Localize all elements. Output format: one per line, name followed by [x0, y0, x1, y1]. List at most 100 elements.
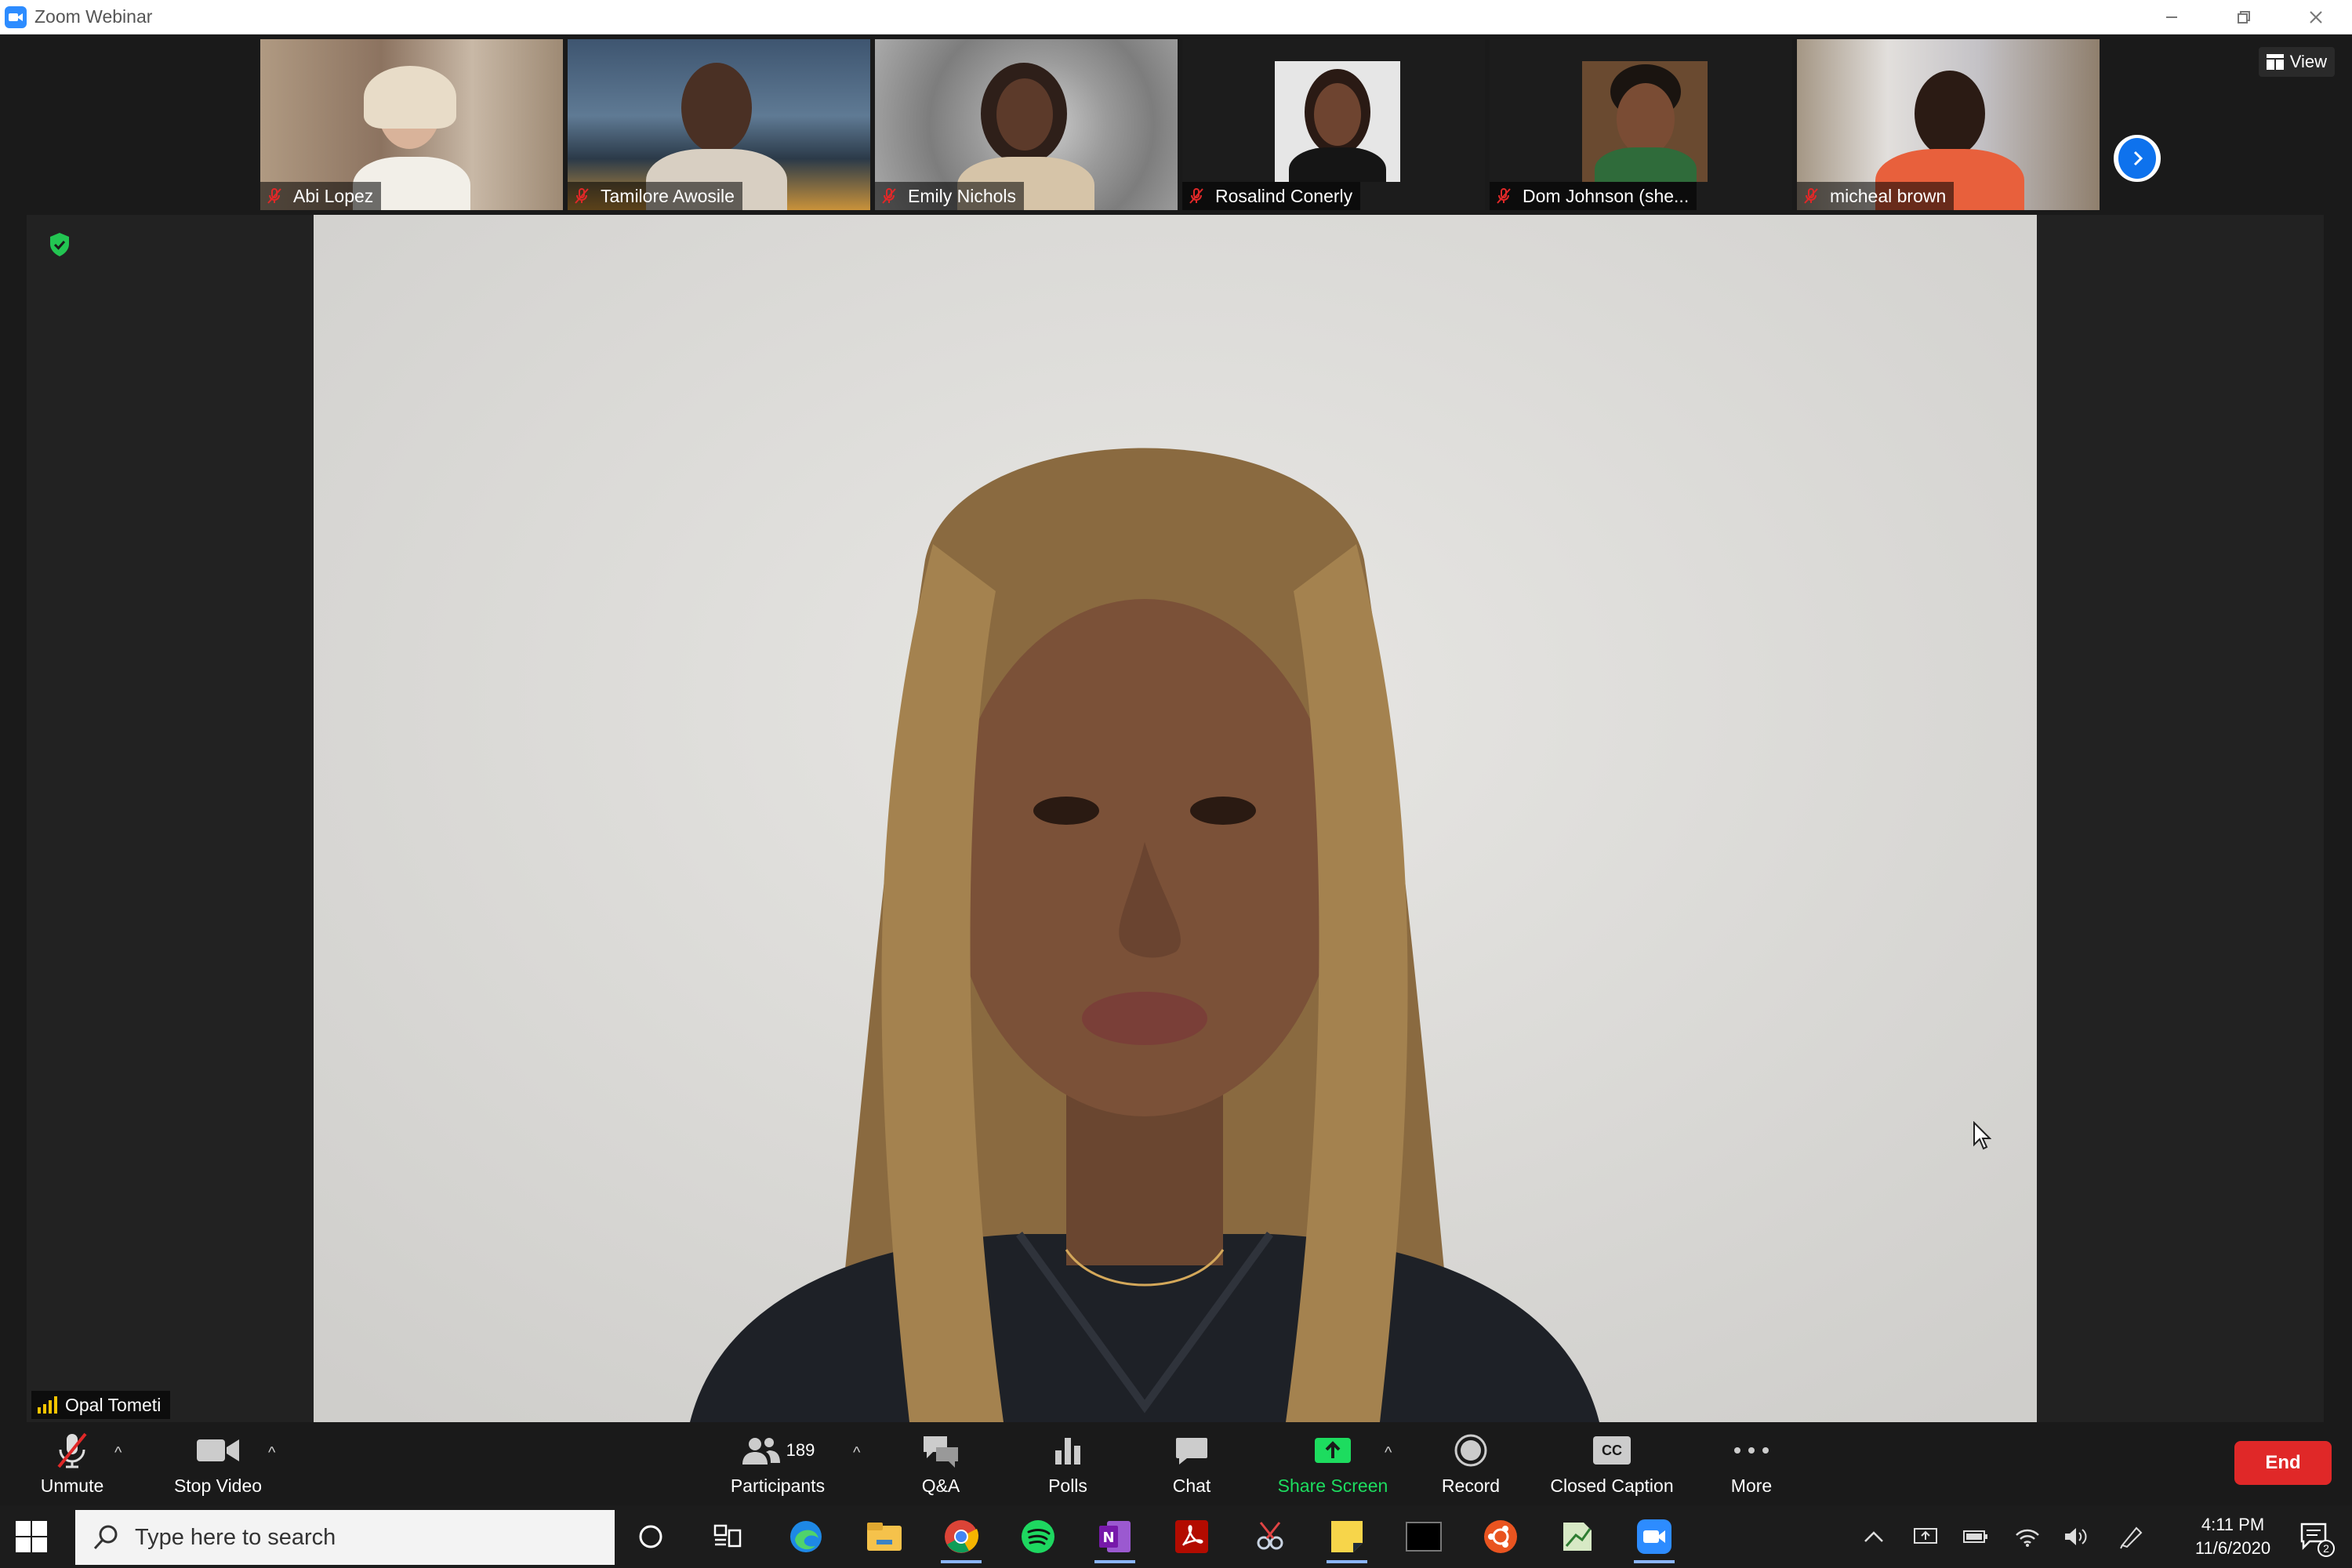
- mic-off-icon: [1804, 188, 1818, 204]
- chat-button[interactable]: Chat: [1160, 1430, 1223, 1502]
- record-button[interactable]: Record: [1439, 1430, 1502, 1502]
- windows-taskbar: Type here to search N 4:11 PM 11/6/2020 …: [0, 1505, 2352, 1568]
- cortana-icon[interactable]: [627, 1513, 674, 1560]
- zoom-app-icon: [5, 5, 27, 28]
- participants-options-caret[interactable]: ^: [853, 1444, 860, 1462]
- next-page-button[interactable]: [2114, 135, 2161, 182]
- view-button[interactable]: View: [2258, 47, 2335, 77]
- speaker-name: Opal Tometi: [65, 1394, 162, 1415]
- participant-name: Abi Lopez: [293, 185, 374, 206]
- windows-start-icon[interactable]: [14, 1519, 49, 1554]
- participant-tile[interactable]: micheal brown: [1797, 39, 2100, 210]
- onenote-icon[interactable]: N: [1091, 1513, 1138, 1563]
- participant-tile[interactable]: Emily Nichols: [875, 39, 1178, 210]
- record-icon: [1454, 1434, 1487, 1467]
- video-camera-icon: [197, 1439, 239, 1461]
- taskbar-search-box[interactable]: Type here to search: [75, 1510, 615, 1565]
- show-hidden-icons-chevron-up-icon[interactable]: [1858, 1505, 1889, 1568]
- svg-text:N: N: [1102, 1530, 1114, 1546]
- audio-options-caret[interactable]: ^: [114, 1444, 122, 1462]
- search-icon: [93, 1525, 118, 1550]
- participant-count: 189: [786, 1440, 815, 1460]
- view-label: View: [2289, 52, 2327, 71]
- stop-video-label: Stop Video: [173, 1475, 263, 1496]
- participants-button[interactable]: 189 Participants: [726, 1430, 829, 1502]
- snipping-tool-icon[interactable]: [1247, 1513, 1294, 1560]
- chat-icon: [1176, 1438, 1207, 1465]
- participant-tile[interactable]: Rosalind Conerly: [1182, 39, 1485, 210]
- clock-date: 11/6/2020: [2194, 1538, 2271, 1558]
- gallery-view-icon: [2266, 54, 2284, 70]
- closed-caption-icon: CC: [1593, 1436, 1631, 1465]
- task-view-icon[interactable]: [704, 1513, 751, 1560]
- profile-photo: [1582, 61, 1708, 182]
- search-placeholder: Type here to search: [135, 1524, 336, 1550]
- participant-name: Rosalind Conerly: [1215, 185, 1353, 206]
- participant-strip: Abi Lopez Tamilore Awosile Emily Nichols…: [260, 39, 2100, 210]
- participant-tile[interactable]: Tamilore Awosile: [568, 39, 870, 210]
- participants-icon: [742, 1438, 780, 1465]
- stop-video-button[interactable]: Stop Video: [171, 1430, 265, 1502]
- title-bar: Zoom Webinar: [0, 0, 2352, 34]
- minimize-button[interactable]: [2136, 0, 2208, 34]
- mic-off-icon: [882, 188, 896, 204]
- participants-label: Participants: [730, 1475, 826, 1496]
- unmute-label: Unmute: [40, 1475, 104, 1496]
- more-button[interactable]: More: [1720, 1430, 1783, 1502]
- chevron-right-icon: [2133, 151, 2143, 166]
- record-label: Record: [1441, 1475, 1501, 1496]
- share-screen-button[interactable]: Share Screen: [1270, 1430, 1396, 1502]
- qa-label: Q&A: [921, 1475, 960, 1496]
- ubuntu-icon[interactable]: [1477, 1513, 1524, 1560]
- closed-caption-button[interactable]: CC Closed Caption: [1544, 1430, 1679, 1502]
- mouse-cursor-icon: [1973, 1121, 1991, 1150]
- acrobat-icon[interactable]: [1168, 1513, 1215, 1560]
- participant-name: Tamilore Awosile: [601, 185, 735, 206]
- notification-badge: 2: [2318, 1540, 2335, 1557]
- sticky-notes-icon[interactable]: [1323, 1513, 1370, 1563]
- qa-button[interactable]: Q&A: [909, 1430, 972, 1502]
- chrome-icon[interactable]: [938, 1513, 985, 1563]
- signal-strength-icon: [38, 1396, 57, 1414]
- action-center-icon[interactable]: 2: [2299, 1521, 2335, 1557]
- mic-off-icon: [1189, 188, 1203, 204]
- speaker-name-label: Opal Tometi: [31, 1391, 171, 1419]
- unmute-button[interactable]: Unmute: [31, 1430, 113, 1502]
- battery-icon[interactable]: [1958, 1505, 1993, 1568]
- pen-ink-icon[interactable]: [2114, 1505, 2148, 1568]
- participant-tile[interactable]: Dom Johnson (she...: [1490, 39, 1792, 210]
- speaker-video: [314, 215, 2037, 1422]
- polls-label: Polls: [1048, 1475, 1087, 1496]
- end-button[interactable]: End: [2234, 1441, 2332, 1485]
- more-dots-icon: [1734, 1447, 1769, 1454]
- zoom-taskbar-icon[interactable]: [1631, 1513, 1678, 1563]
- share-screen-label: Share Screen: [1277, 1475, 1388, 1496]
- polls-button[interactable]: Polls: [1036, 1430, 1099, 1502]
- more-label: More: [1730, 1475, 1773, 1496]
- excel-sheet-icon[interactable]: [1554, 1513, 1601, 1560]
- mic-off-icon: [267, 188, 281, 204]
- participant-tile[interactable]: Abi Lopez: [260, 39, 563, 210]
- participant-name: Emily Nichols: [908, 185, 1017, 206]
- video-options-caret[interactable]: ^: [268, 1444, 275, 1462]
- mic-off-icon: [575, 188, 589, 204]
- participant-name: micheal brown: [1830, 185, 1947, 206]
- polls-icon: [1055, 1438, 1080, 1465]
- meeting-toolbar: Unmute ^ Stop Video ^ 189 Participants ^…: [0, 1425, 2352, 1505]
- mic-muted-icon: [57, 1432, 87, 1468]
- clock-time: 4:11 PM: [2201, 1515, 2265, 1534]
- volume-icon[interactable]: [2059, 1505, 2093, 1568]
- close-button[interactable]: [2280, 0, 2352, 34]
- taskbar-clock[interactable]: 4:11 PM 11/6/2020: [2186, 1513, 2280, 1560]
- share-options-caret[interactable]: ^: [1385, 1444, 1392, 1462]
- spotify-icon[interactable]: [1014, 1513, 1062, 1560]
- edge-browser-icon[interactable]: [782, 1513, 829, 1560]
- encryption-shield-icon[interactable]: [49, 232, 71, 257]
- qa-icon: [924, 1436, 958, 1468]
- display-icon[interactable]: [1908, 1505, 1943, 1568]
- wifi-icon[interactable]: [2010, 1505, 2045, 1568]
- restore-button[interactable]: [2208, 0, 2280, 34]
- share-screen-icon: [1315, 1438, 1351, 1463]
- terminal-icon[interactable]: [1400, 1513, 1447, 1560]
- file-explorer-icon[interactable]: [861, 1513, 908, 1560]
